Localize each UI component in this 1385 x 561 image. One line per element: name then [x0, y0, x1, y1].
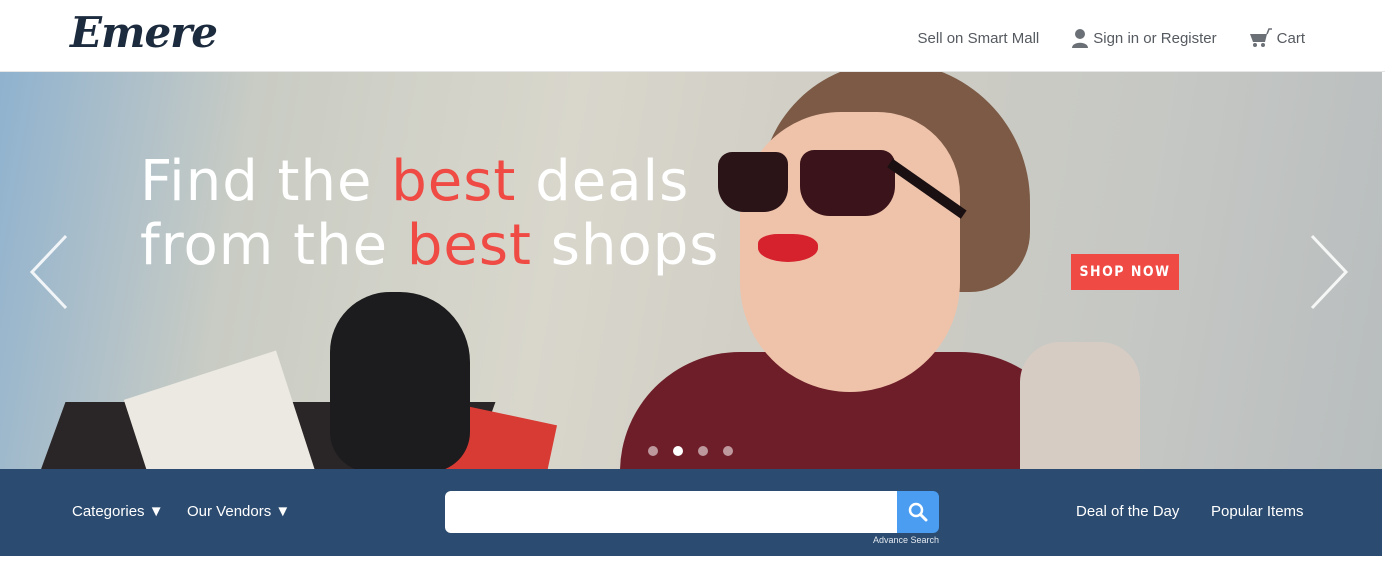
signin-link[interactable]: Sign in or Register [1071, 28, 1217, 48]
search-icon [908, 502, 928, 522]
signin-link-label: Sign in or Register [1093, 29, 1217, 47]
carousel-prev-button[interactable] [28, 232, 72, 312]
carousel-dot[interactable] [648, 446, 658, 456]
carousel-dot[interactable] [723, 446, 733, 456]
hero-headline-line-2: from the best shops [140, 213, 720, 278]
deal-of-the-day-link[interactable]: Deal of the Day [1076, 503, 1179, 520]
main-navbar: Categories ▼ Our Vendors ▼ Advance Searc… [0, 469, 1382, 556]
header-nav: Sell on Smart Mall Sign in or Register C… [886, 28, 1305, 48]
site-logo[interactable]: Emere [70, 8, 218, 57]
cart-link-label: Cart [1276, 29, 1305, 47]
hero-headline-line-1: Find the best deals [140, 149, 690, 214]
sell-link[interactable]: Sell on Smart Mall [918, 30, 1040, 47]
vendors-menu[interactable]: Our Vendors ▼ [187, 503, 290, 520]
shop-now-button[interactable]: SHOP NOW [1071, 254, 1179, 290]
carousel-next-button[interactable] [1306, 232, 1350, 312]
advance-search-link[interactable]: Advance Search [873, 535, 939, 545]
search-button[interactable] [897, 491, 939, 533]
cart-icon [1249, 28, 1272, 47]
hero-carousel: Find the best deals from the best shops … [0, 72, 1382, 469]
carousel-dot[interactable] [698, 446, 708, 456]
carousel-indicators [648, 446, 748, 456]
search-bar: Advance Search [445, 491, 939, 545]
chevron-right-icon [1310, 234, 1349, 310]
popular-items-link[interactable]: Popular Items [1211, 503, 1304, 520]
search-input[interactable] [445, 491, 897, 533]
site-header: Emere Sell on Smart Mall Sign in or Regi… [0, 0, 1385, 72]
sell-link-label: Sell on Smart Mall [917, 29, 1040, 47]
cart-link[interactable]: Cart [1249, 28, 1305, 48]
chevron-left-icon [29, 234, 68, 310]
user-icon [1072, 29, 1089, 48]
hero-headline: Find the best deals from the best shops [140, 150, 719, 278]
categories-menu[interactable]: Categories ▼ [72, 503, 164, 520]
carousel-dot[interactable] [673, 446, 683, 456]
